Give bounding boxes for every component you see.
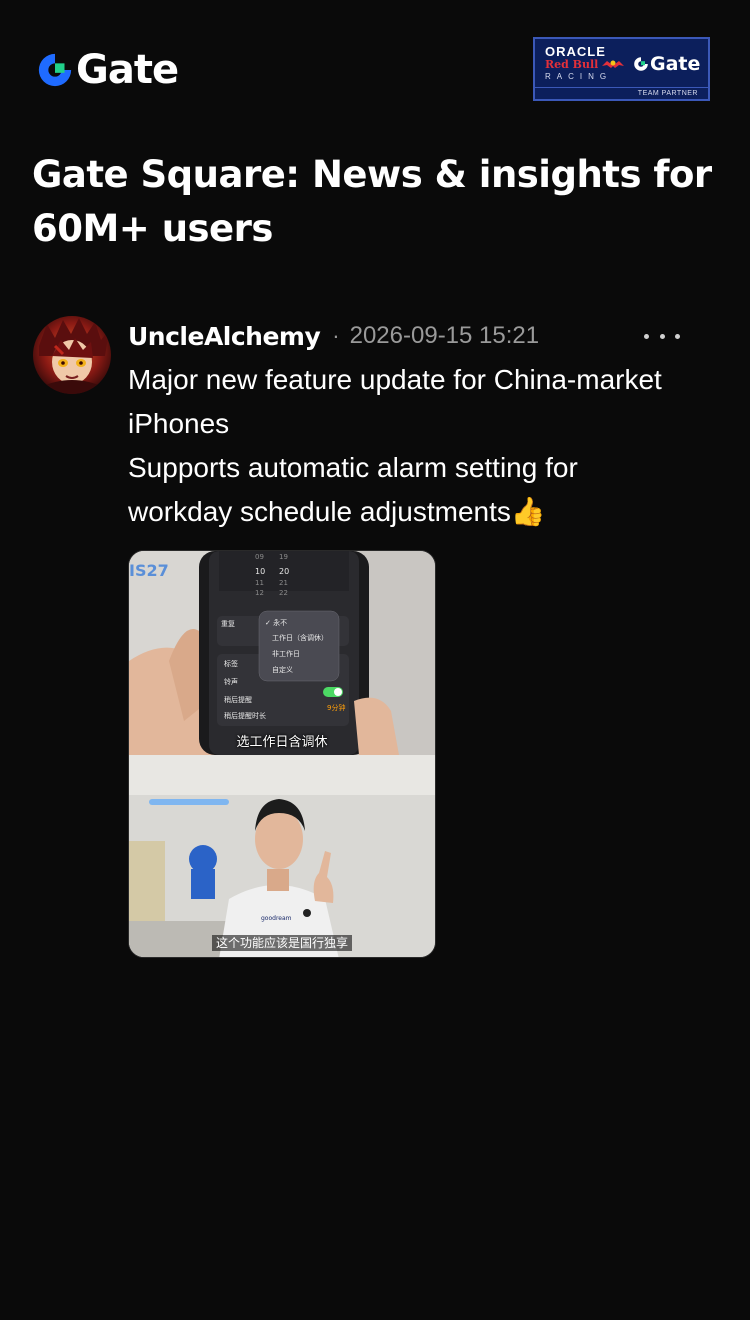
menu-item: ✓ 永不 <box>265 619 288 627</box>
ios-version-label: IS27 <box>129 561 169 580</box>
redbull-bulls-icon <box>602 60 624 68</box>
settings-row: 标签 <box>224 660 238 668</box>
video-caption-bottom-wrap: 这个功能应该是国行独享 <box>129 934 435 952</box>
menu-item: 非工作日 <box>272 650 300 658</box>
more-horizontal-icon[interactable] <box>644 324 680 348</box>
partner-gate-logo: Gate <box>633 53 700 75</box>
header: Gate ORACLE Red Bull RACING Gate TEAM PA… <box>0 0 750 130</box>
avatar[interactable] <box>33 316 111 394</box>
menu-item: 自定义 <box>272 666 293 674</box>
post-meta: UncleAlchemy · 2026-09-15 15:21 <box>128 318 539 354</box>
page-title: Gate Square: News & insights for 60M+ us… <box>32 153 712 250</box>
logo-text: Gate <box>76 47 179 93</box>
post-line: Supports automatic alarm setting for <box>128 452 578 483</box>
redbull-text: Red Bull <box>545 58 599 71</box>
post-line: Major new feature update for China-marke… <box>128 364 662 395</box>
time-value: 10 <box>255 567 266 576</box>
partner-gate-text: Gate <box>650 53 701 75</box>
post-media-image[interactable]: IS27 ✓ 永不 工作日（含调休） 非工作日 自定义 重复 标签 铃声 稍后提… <box>128 550 436 958</box>
post-body: Major new feature update for China-marke… <box>128 358 728 534</box>
settings-row: 稍后提醒 <box>224 696 252 704</box>
dot <box>659 333 665 339</box>
gate-logo-icon <box>634 57 648 71</box>
time-value: 19 <box>279 553 288 561</box>
avatar-image <box>33 316 111 394</box>
video-caption-top: 选工作日含调休 <box>236 735 328 750</box>
post-timestamp: 2026-09-15 15:21 <box>349 322 540 349</box>
post-line: iPhones <box>128 408 230 439</box>
snooze-value: 9分钟 <box>327 704 346 712</box>
time-value: 09 <box>255 553 264 561</box>
video-thumbnail-illustration <box>129 551 435 957</box>
dot <box>675 333 680 339</box>
time-value: 11 <box>255 579 264 587</box>
menu-item: 工作日（含调休） <box>272 634 328 642</box>
team-partner-badge: ORACLE Red Bull RACING Gate TEAM PARTNER <box>533 37 710 101</box>
settings-row: 稍后提醒时长 <box>224 712 266 720</box>
time-value: 20 <box>279 567 290 576</box>
racing-text: RACING <box>545 72 613 81</box>
time-value: 22 <box>279 589 288 597</box>
username[interactable]: UncleAlchemy <box>128 322 321 351</box>
video-caption-bottom: 这个功能应该是国行独享 <box>211 935 352 951</box>
team-partner-label: TEAM PARTNER <box>535 87 708 99</box>
settings-row: 重复 <box>221 620 235 628</box>
time-value: 12 <box>255 589 264 597</box>
meta-separator: · <box>332 323 340 348</box>
shirt-text: goodream <box>261 915 292 922</box>
oracle-text: ORACLE <box>545 44 606 59</box>
settings-row: 铃声 <box>224 678 238 686</box>
post-line: workday schedule adjustments👍 <box>128 496 546 527</box>
dot <box>644 333 649 339</box>
gate-logo[interactable]: Gate <box>36 47 179 93</box>
time-value: 21 <box>279 579 288 587</box>
gate-logo-icon <box>38 53 72 87</box>
